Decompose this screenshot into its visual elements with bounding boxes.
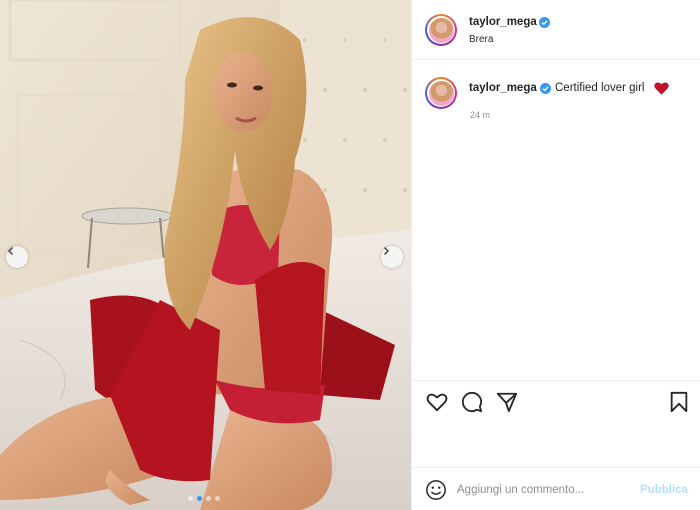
verified-badge-icon <box>539 17 550 28</box>
post-image[interactable] <box>0 0 411 510</box>
header-username[interactable]: taylor_mega <box>469 16 537 28</box>
chevron-right-icon <box>383 246 390 256</box>
bookmark-icon <box>670 391 688 413</box>
save-button[interactable] <box>666 389 692 415</box>
carousel-dot-active <box>197 496 202 501</box>
heart-outline-icon <box>426 393 448 412</box>
action-bar <box>412 380 700 464</box>
location-link[interactable]: Brera <box>469 34 493 45</box>
like-button[interactable] <box>424 389 450 415</box>
comment-input[interactable] <box>457 481 617 499</box>
smiley-icon <box>426 480 446 500</box>
publish-button[interactable]: Pubblica <box>640 484 688 496</box>
heart-icon <box>654 82 669 95</box>
caption-username[interactable]: taylor_mega <box>469 82 537 94</box>
post-header: taylor_mega Brera <box>412 0 700 60</box>
comment-bar: Pubblica <box>412 467 700 510</box>
post-side-panel: taylor_mega Brera taylor_mega Certified … <box>411 0 700 510</box>
carousel-dot <box>206 496 211 501</box>
carousel-dot <box>215 496 220 501</box>
carousel-next-button[interactable] <box>381 246 403 268</box>
carousel-indicator <box>188 496 220 501</box>
caption-text: Certified lover girl <box>555 82 645 94</box>
share-button[interactable] <box>494 389 520 415</box>
photo-illustration <box>0 0 411 510</box>
carousel-prev-button[interactable] <box>6 246 28 268</box>
post-timestamp[interactable]: 24 m <box>470 110 490 120</box>
comment-button[interactable] <box>459 389 485 415</box>
emoji-button[interactable] <box>425 479 447 501</box>
carousel-dot <box>188 496 193 501</box>
avatar[interactable] <box>425 14 457 46</box>
comment-bubble-icon <box>461 391 483 413</box>
paper-plane-icon <box>496 392 518 413</box>
chevron-left-icon <box>7 246 14 256</box>
caption-avatar[interactable] <box>425 77 457 109</box>
verified-badge-icon <box>540 83 551 94</box>
